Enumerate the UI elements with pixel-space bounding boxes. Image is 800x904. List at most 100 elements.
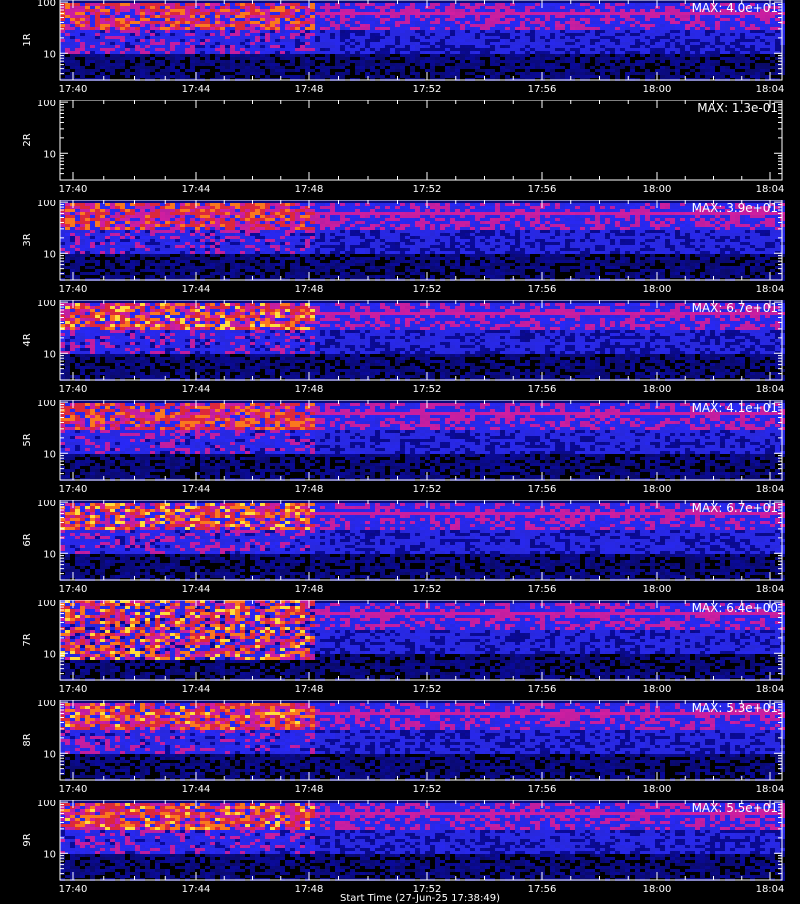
x-tick-label: 18:04: [756, 884, 785, 895]
spectrogram-svg: 1010017:4017:4417:4817:5217:5618:0018:04…: [0, 500, 800, 600]
x-tick-label: 17:40: [59, 484, 88, 495]
panel-label: 6R: [22, 533, 33, 546]
y-tick-label: 10: [43, 149, 56, 160]
spectrogram-panel-1r: 1010017:4017:4417:4817:5217:5618:0018:04…: [0, 0, 800, 100]
spectrogram-svg: 1010017:4017:4417:4817:5217:5618:0018:04…: [0, 700, 800, 800]
x-tick-label: 17:44: [182, 184, 211, 195]
y-tick-label: 10: [43, 349, 56, 360]
x-tick-label: 17:48: [295, 884, 324, 895]
spectrogram-svg: 1010017:4017:4417:4817:5217:5618:0018:04…: [0, 0, 800, 100]
x-tick-label: 18:00: [643, 84, 672, 95]
x-tick-label: 18:04: [756, 384, 785, 395]
spectrogram-panel-7r: 10 100 17:40 17:44 17:48 17:52 17:56 18:00 18:04…: [0, 600, 800, 700]
x-tick-label: 17:52: [413, 484, 442, 495]
x-tick-label: 17:56: [528, 784, 557, 795]
x-tick-label: 17:56: [528, 284, 557, 295]
max-label: MAX: 6.7e+01: [692, 301, 778, 315]
x-tick-label: 17:40: [59, 584, 88, 595]
spectrogram-panel-5r: 1010017:4017:4417:4817:5217:5618:0018:04…: [0, 400, 800, 500]
max-label: MAX: 6.7e+01: [692, 501, 778, 515]
y-tick-label: 10: [43, 849, 56, 860]
x-tick-label: 17:52: [413, 684, 442, 695]
x-tick-label: 17:40: [59, 284, 88, 295]
x-tick-label: 17:44: [182, 684, 211, 695]
y-tick-label: 100: [37, 500, 56, 509]
plot-area: [60, 100, 782, 180]
x-tick-label: 17:52: [413, 584, 442, 595]
y-tick-label: 100: [37, 600, 56, 609]
y-tick-label: 100: [37, 400, 56, 409]
spectrogram-panel-8r: 1010017:4017:4417:4817:5217:5618:0018:04…: [0, 700, 800, 800]
x-tick-label: 17:40: [59, 784, 88, 795]
x-tick-label: 17:44: [182, 384, 211, 395]
x-tick-label: 17:52: [413, 384, 442, 395]
x-tick-label: 17:52: [413, 84, 442, 95]
spectrogram-svg: 1010017:4017:4417:4817:5217:5618:0018:04…: [0, 800, 800, 900]
x-tick-label: 17:40: [59, 384, 88, 395]
x-tick-label: 17:56: [528, 184, 557, 195]
y-tick-label: 100: [37, 800, 56, 809]
x-tick-label: 17:48: [295, 384, 324, 395]
x-tick-label: 18:04: [756, 684, 785, 695]
panel-label: 5R: [22, 433, 33, 446]
x-tick-label: 17:52: [413, 784, 442, 795]
panel-label: 4R: [22, 333, 33, 346]
y-tick-label: 100: [37, 300, 56, 309]
spectrogram-svg: 1010017:4017:4417:4817:5217:5618:0018:04…: [0, 400, 800, 500]
y-tick-label: 10: [43, 249, 56, 260]
x-tick-label: 17:44: [182, 584, 211, 595]
x-tick-label: 17:48: [295, 184, 324, 195]
x-tick-label: 17:44: [182, 84, 211, 95]
x-tick-label: 17:44: [182, 484, 211, 495]
panel-label: 7R: [22, 633, 33, 646]
x-tick-label: 17:56: [528, 684, 557, 695]
spectrogram-svg: 10 100 17:40 17:44 17:48 17:52 17:56 18:00 18:04…: [0, 600, 800, 700]
x-tick-label: 18:04: [756, 784, 785, 795]
panel-label: 9R: [22, 833, 33, 846]
y-tick-label: 100: [37, 700, 56, 709]
x-tick-label: 17:56: [528, 484, 557, 495]
x-tick-label: 18:00: [643, 484, 672, 495]
max-label: MAX: 5.5e+01: [692, 801, 778, 815]
x-tick-label: 17:56: [528, 84, 557, 95]
max-label: MAX: 5.3e+01: [692, 701, 778, 715]
x-tick-label: 17:48: [295, 584, 324, 595]
x-tick-label: 17:48: [295, 784, 324, 795]
x-tick-label: 17:48: [295, 284, 324, 295]
y-tick-label: 100: [37, 200, 56, 209]
x-tick-label: 17:40: [59, 684, 88, 695]
x-tick-label: 17:48: [295, 84, 324, 95]
spectrogram-panel-9r: 1010017:4017:4417:4817:5217:5618:0018:04…: [0, 800, 800, 900]
spectrogram-panel-6r: 1010017:4017:4417:4817:5217:5618:0018:04…: [0, 500, 800, 600]
x-axis-title: Start Time (27-Jun-25 17:38:49): [340, 893, 500, 904]
max-label: MAX: 6.4e+00: [692, 601, 778, 615]
panel-label: 1R: [22, 33, 33, 46]
x-tick-label: 17:52: [413, 184, 442, 195]
spectrogram-svg: 10 100 17:40 17:44 17:48 17:52 17:56 18:00 18:04…: [0, 300, 800, 400]
panel-label: 8R: [22, 733, 33, 746]
x-tick-label: 17:40: [59, 884, 88, 895]
panel-label: 3R: [22, 233, 33, 246]
panel-label: 2R: [22, 133, 33, 146]
spectrogram-stack: 1010017:4017:4417:4817:5217:5618:0018:04…: [0, 0, 800, 900]
spectrogram-panel-3r: 1010017:4017:4417:4817:5217:5618:0018:04…: [0, 200, 800, 300]
x-tick-label: 17:56: [528, 584, 557, 595]
x-tick-label: 18:04: [756, 84, 785, 95]
y-tick-label: 100: [37, 0, 56, 9]
x-tick-label: 18:04: [756, 184, 785, 195]
heatmap-cells: [60, 0, 785, 81]
x-tick-label: 18:00: [643, 784, 672, 795]
x-tick-label: 17:48: [295, 684, 324, 695]
x-tick-label: 18:04: [756, 484, 785, 495]
y-tick-label: 10: [43, 649, 56, 660]
x-tick-label: 18:00: [643, 384, 672, 395]
x-tick-label: 18:00: [643, 684, 672, 695]
x-tick-label: 17:40: [59, 184, 88, 195]
x-tick-label: 18:00: [643, 584, 672, 595]
x-tick-label: 17:56: [528, 384, 557, 395]
max-label: MAX: 4.0e+01: [692, 1, 778, 15]
max-label: MAX: 3.9e+01: [692, 201, 778, 215]
y-tick-label: 10: [43, 49, 56, 60]
y-tick-label: 100: [37, 100, 56, 109]
max-label: MAX: 1.3e-01: [697, 101, 778, 115]
